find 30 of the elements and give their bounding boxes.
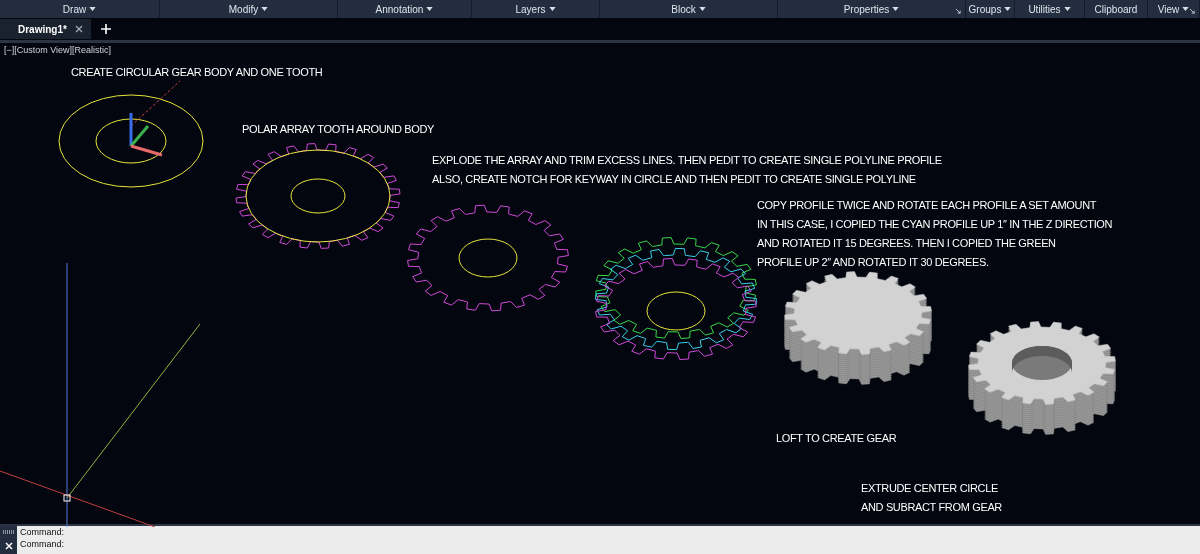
annotation-text: EXPLODE THE ARRAY AND TRIM EXCESS LINES. THEN PEDIT TO CREATE SINGLE POLYLINE PROFILE (432, 153, 942, 168)
annotation-text: IN THIS CASE, I COPIED THE CYAN PROFILE UP 1″ IN THE Z DIRECTION (757, 217, 1113, 232)
caret-icon (1004, 7, 1012, 11)
caret-icon (1063, 7, 1071, 11)
annotation-text: ALSO, CREATE NOTCH FOR KEYWAY IN CIRCLE AND THEN PEDIT TO CREATE SINGLE POLYLINE (432, 172, 917, 187)
annotation-text: COPY PROFILE TWICE AND ROTATE EACH PROFILE A SET AMOUNT (757, 198, 1098, 213)
ribbon-panel-title[interactable]: Groups (966, 0, 1015, 18)
annotation-text: PROFILE UP 2″ AND ROTATED IT 30 DEGREES. (757, 255, 990, 270)
annotation-text: AND ROTATED IT 15 DEGREES. THEN I COPIED THE GREEN (757, 236, 1057, 251)
caret-icon (89, 7, 97, 11)
drawing-tab[interactable]: Drawing1* (0, 19, 91, 39)
launcher-arrow-icon (1190, 9, 1195, 14)
annotation-text: EXTRUDE CENTER CIRCLE (861, 481, 999, 496)
command-history-line: Command: (20, 526, 64, 538)
annotation-text: CREATE CIRCULAR GEAR BODY AND ONE TOOTH (71, 65, 323, 80)
caret-icon (698, 7, 706, 11)
close-icon[interactable] (74, 25, 83, 33)
annotation-text: LOFT TO CREATE GEAR (776, 431, 897, 446)
caret-icon (1182, 7, 1190, 11)
caret-icon (892, 7, 900, 11)
launcher-arrow-icon (956, 9, 961, 14)
caret-icon (261, 7, 269, 11)
annotation-text: AND SUBRACT FROM GEAR (861, 500, 1002, 515)
grip-icon[interactable] (2, 530, 15, 534)
caret-icon (426, 7, 434, 11)
command-history-line: Command: (20, 538, 64, 550)
plus-icon[interactable] (100, 24, 111, 34)
annotation-text: POLAR ARRAY TOOTH AROUND BODY (242, 122, 434, 137)
caret-icon (548, 7, 556, 11)
viewport-controls-label[interactable]: [−][Custom View][Realistic] (4, 45, 112, 55)
